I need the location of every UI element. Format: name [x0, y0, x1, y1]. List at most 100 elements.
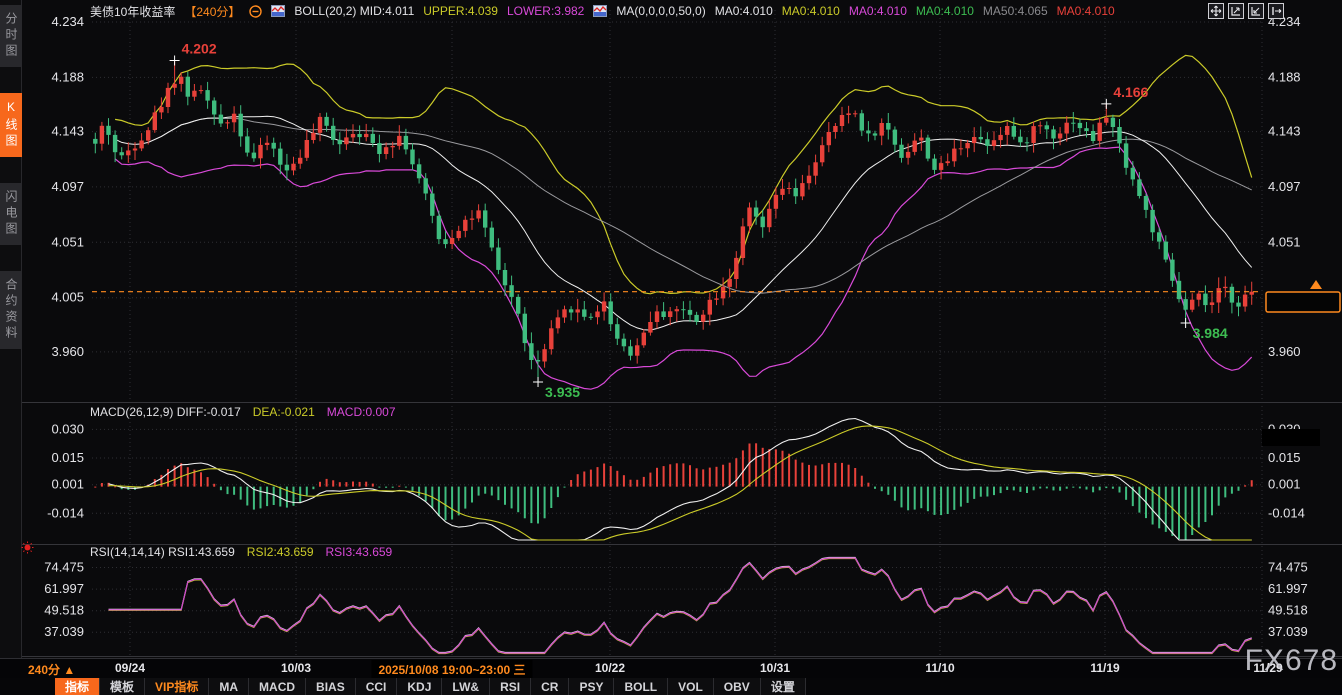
- time-axis: 240分 ▲ 2025/10/08 19:00~23:00 三 09/24 10/…: [0, 658, 1342, 679]
- price-arrow-icon: [1310, 280, 1322, 289]
- axis-tick-label: 0.001: [1268, 477, 1301, 492]
- extreme-price-label: 4.166: [1113, 84, 1148, 100]
- rsi-title: RSI(14,14,14) RSI1:43.659: [90, 545, 235, 561]
- sidebar-tab-0[interactable]: 分时图: [0, 5, 22, 67]
- boll-lower-value: LOWER:3.982: [507, 4, 584, 18]
- toolbar-button-6[interactable]: CCI: [356, 678, 398, 695]
- axis-tick-label: 4.051: [51, 234, 84, 249]
- rsi3-value: RSI3:43.659: [326, 545, 393, 561]
- watermark: FX678: [1245, 644, 1338, 678]
- toolbar-button-12[interactable]: BOLL: [614, 678, 668, 695]
- toolbar-button-9[interactable]: RSI: [490, 678, 531, 695]
- chart-canvas: 4.2023.9354.1663.9844.2344.2344.1884.188…: [0, 0, 1342, 660]
- x-axis-label: 11/19: [1090, 661, 1119, 675]
- axis-tick-label: 4.143: [51, 124, 84, 139]
- macd-header: MACD(26,12,9) DIFF:-0.017 DEA:-0.021 MAC…: [90, 405, 396, 421]
- window-controls: [1208, 3, 1284, 19]
- axis-tick-label: 49.518: [44, 603, 84, 618]
- sidebar-tab-3[interactable]: 合约资料: [0, 271, 22, 349]
- period-selector[interactable]: 240分 ▲: [28, 661, 75, 678]
- axis-tick-label: -0.014: [47, 505, 84, 520]
- macd-value: MACD:0.007: [327, 405, 396, 421]
- ma-value: MA0:4.010: [916, 4, 974, 18]
- toolbar-button-14[interactable]: OBV: [714, 678, 761, 695]
- toolbar-button-13[interactable]: VOL: [668, 678, 714, 695]
- toolbar-button-11[interactable]: PSY: [569, 678, 614, 695]
- extreme-price-label: 4.202: [182, 41, 217, 57]
- toolbar-button-2[interactable]: VIP指标: [145, 678, 209, 695]
- toolbar-button-10[interactable]: CR: [531, 678, 569, 695]
- axis-tick-label: -0.014: [1268, 505, 1305, 520]
- x-axis-label: 10/03: [281, 661, 311, 675]
- rsi-header: RSI(14,14,14) RSI1:43.659 RSI2:43.659 RS…: [90, 545, 392, 561]
- boll-indicator-icon[interactable]: [271, 5, 285, 17]
- axis-tick-label: 61.997: [44, 581, 84, 596]
- sidebar-tab-2[interactable]: 闪电图: [0, 183, 22, 245]
- toolbar-button-15[interactable]: 设置: [761, 678, 806, 695]
- boll-label: BOLL(20,2) MID:4.011: [294, 4, 414, 18]
- period-badge: 【240分】: [184, 3, 240, 20]
- toolbar-button-5[interactable]: BIAS: [306, 678, 356, 695]
- toolbar-button-8[interactable]: LW&: [442, 678, 490, 695]
- macd-value-tag: [1262, 429, 1320, 446]
- axis-tick-label: 37.039: [1268, 624, 1308, 639]
- axis-tick-label: 37.039: [44, 624, 84, 639]
- boll-upper-value: UPPER:4.039: [423, 4, 498, 18]
- extreme-price-label: 3.935: [545, 384, 580, 400]
- toolbar-button-1[interactable]: 模板: [100, 678, 145, 695]
- x-axis-label: 10/22: [595, 661, 625, 675]
- toolbar-button-3[interactable]: MA: [209, 678, 249, 695]
- trading-app: 4.2023.9354.1663.9844.2344.2344.1884.188…: [0, 0, 1342, 695]
- ma-value: MA50:4.065: [983, 4, 1048, 18]
- x-axis-label: 10/31: [760, 661, 790, 675]
- toolbar-button-7[interactable]: KDJ: [397, 678, 442, 695]
- axis-tick-label: 4.143: [1268, 124, 1301, 139]
- axis-tick-label: 4.005: [51, 290, 84, 305]
- axis-tick-label: 4.097: [1268, 179, 1301, 194]
- indicator-toolbar: 指标模板VIP指标MAMACDBIASCCIKDJLW&RSICRPSYBOLL…: [0, 678, 1342, 695]
- axis-tick-label: 4.188: [51, 69, 84, 84]
- ma-values: MA0:4.010 MA0:4.010 MA0:4.010 MA0:4.010 MA50…: [715, 4, 1115, 18]
- minus-circle-icon[interactable]: [249, 5, 262, 18]
- ma-value: MA0:4.010: [1057, 4, 1115, 18]
- zoom-out-icon[interactable]: [1228, 3, 1244, 19]
- toolbar-button-0[interactable]: 指标: [55, 678, 100, 695]
- macd-dea-value: DEA:-0.021: [253, 405, 315, 421]
- chart-type-sidebar: 分时图 K线图闪电图合约资料: [0, 0, 22, 660]
- axis-tick-label: 4.188: [1268, 69, 1301, 84]
- ma-value: MA0:4.010: [849, 4, 907, 18]
- axis-tick-label: 0.001: [51, 477, 84, 492]
- crosshair-date-label: 2025/10/08 19:00~23:00 三: [371, 660, 532, 679]
- axis-tick-label: 4.097: [51, 179, 84, 194]
- toolbar-button-4[interactable]: MACD: [249, 678, 306, 695]
- ma-value: MA0:4.010: [782, 4, 840, 18]
- last-price-tag: [1266, 292, 1340, 312]
- axis-tick-label: 4.051: [1268, 234, 1301, 249]
- x-axis-label: 09/24: [115, 661, 145, 675]
- axis-tick-label: 4.234: [51, 14, 84, 29]
- axis-tick-label: 74.475: [44, 560, 84, 575]
- ma-value: MA0:4.010: [715, 4, 773, 18]
- axis-tick-label: 74.475: [1268, 560, 1308, 575]
- zoom-in-icon[interactable]: [1248, 3, 1264, 19]
- macd-plot-area[interactable]: [92, 418, 1255, 540]
- sidebar-tab-1[interactable]: K线图: [0, 93, 22, 157]
- collapse-right-icon[interactable]: [1268, 3, 1284, 19]
- alarm-icon[interactable]: [21, 541, 34, 554]
- rsi2-value: RSI2:43.659: [247, 545, 314, 561]
- chart-header: 美债10年收益率 【240分】 BOLL(20,2) MID:4.011 UPP…: [90, 0, 1115, 22]
- axis-tick-label: 3.960: [1268, 344, 1301, 359]
- axis-tick-label: 3.960: [51, 344, 84, 359]
- x-axis-label: 11/10: [925, 661, 954, 675]
- move-icon[interactable]: [1208, 3, 1224, 19]
- axis-tick-label: 0.015: [1268, 450, 1301, 465]
- axis-tick-label: 0.015: [51, 450, 84, 465]
- axis-tick-label: 0.030: [51, 421, 84, 436]
- extreme-price-label: 3.984: [1193, 325, 1228, 341]
- ma-label: MA(0,0,0,0,50,0): [616, 4, 705, 18]
- macd-title: MACD(26,12,9) DIFF:-0.017: [90, 405, 241, 421]
- ma-indicator-icon[interactable]: [593, 5, 607, 17]
- axis-tick-label: 61.997: [1268, 581, 1308, 596]
- instrument-title: 美债10年收益率: [90, 3, 175, 20]
- rsi-plot-area[interactable]: [92, 558, 1255, 653]
